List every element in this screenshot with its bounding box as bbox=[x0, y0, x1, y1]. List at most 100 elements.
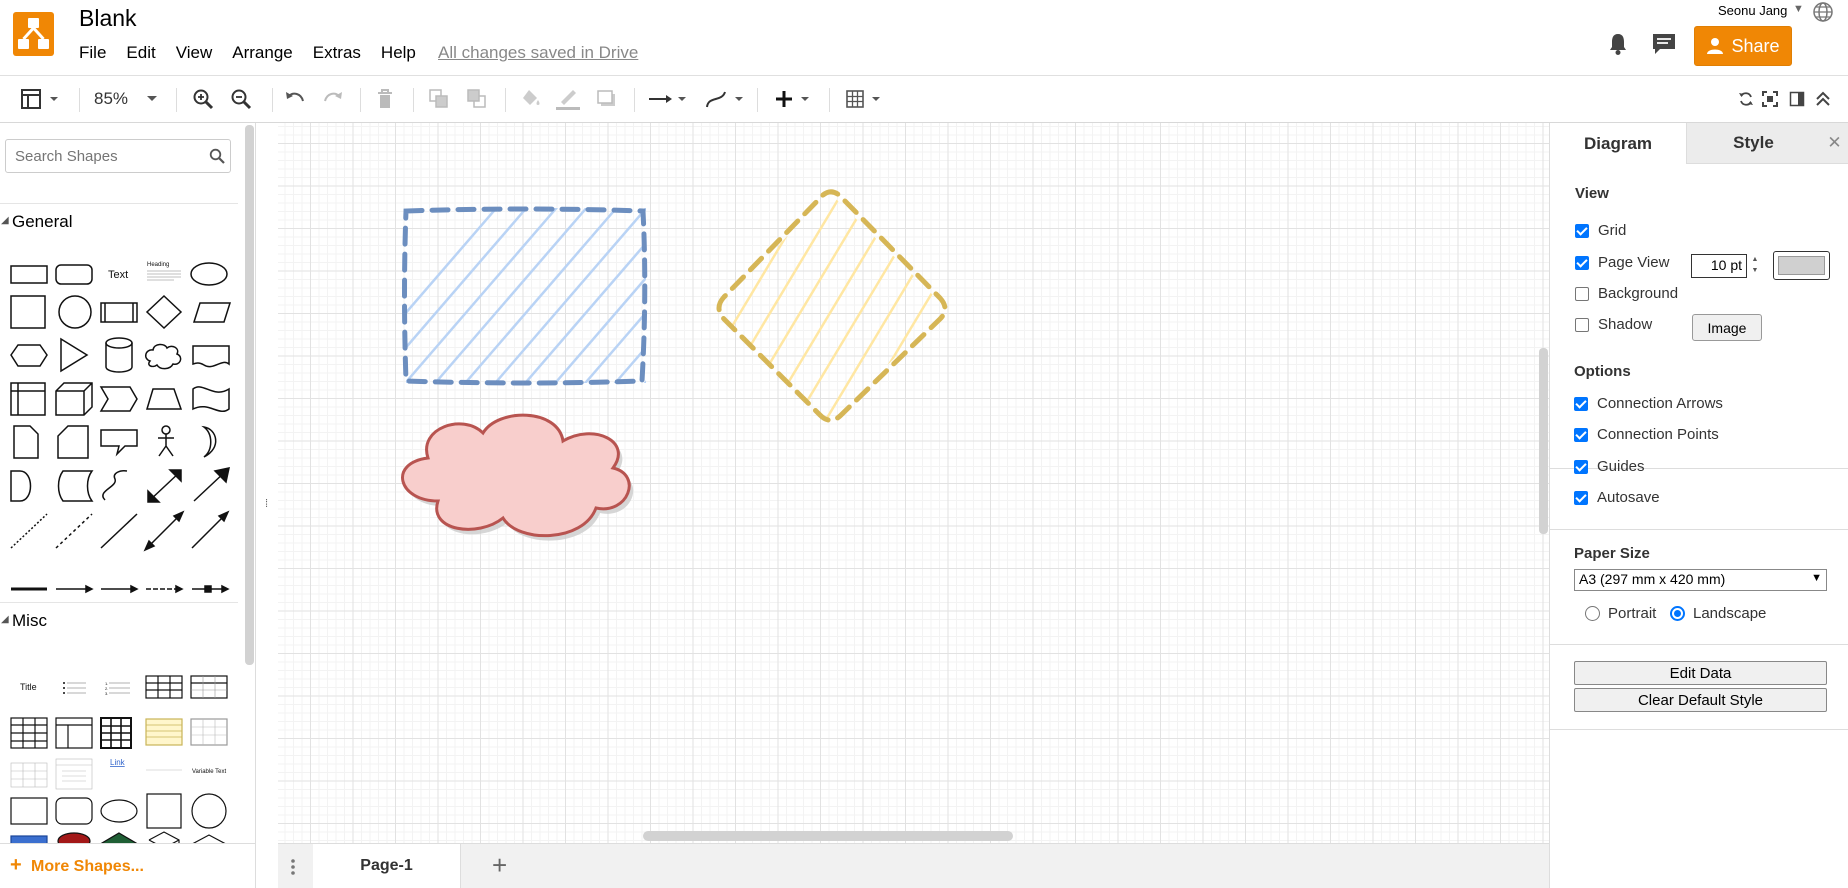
shape-table-grid[interactable] bbox=[145, 675, 183, 699]
table-button[interactable] bbox=[845, 76, 887, 122]
panel-toggle-button[interactable] bbox=[1789, 76, 1805, 122]
shape-hatched-rect[interactable] bbox=[10, 835, 48, 843]
shape-table-header[interactable] bbox=[190, 675, 228, 699]
shape-table-light[interactable] bbox=[190, 718, 228, 746]
menu-arrange[interactable]: Arrange bbox=[232, 43, 292, 63]
to-back-button[interactable] bbox=[466, 76, 488, 122]
shape-circle[interactable] bbox=[58, 295, 92, 329]
shape-data-storage-d[interactable] bbox=[10, 470, 32, 502]
page-menu-icon[interactable] bbox=[290, 858, 296, 876]
shape-square[interactable] bbox=[10, 295, 46, 329]
edit-data-button[interactable]: Edit Data bbox=[1574, 661, 1827, 685]
guides-checkbox[interactable] bbox=[1574, 459, 1588, 474]
menu-edit[interactable]: Edit bbox=[126, 43, 155, 63]
shape-grid-light[interactable] bbox=[10, 762, 48, 788]
shape-cube[interactable] bbox=[55, 382, 93, 416]
globe-icon[interactable] bbox=[1812, 1, 1834, 23]
page-view-option[interactable]: Page View bbox=[1575, 254, 1669, 271]
waypoints-button[interactable] bbox=[704, 76, 746, 122]
comments-icon[interactable] bbox=[1651, 32, 1677, 56]
more-shapes-button[interactable]: + More Shapes... bbox=[0, 843, 256, 888]
shape-table-colored[interactable] bbox=[145, 718, 183, 746]
shape-parallelogram[interactable] bbox=[192, 302, 232, 323]
canvas-cloud[interactable] bbox=[401, 413, 634, 541]
shape-arrow[interactable] bbox=[193, 467, 230, 502]
canvas-horizontal-scrollbar[interactable] bbox=[643, 831, 1013, 841]
search-input[interactable] bbox=[13, 141, 203, 171]
fill-color-button[interactable] bbox=[520, 76, 542, 122]
tab-style[interactable]: Style bbox=[1687, 123, 1820, 164]
portrait-option[interactable]: Portrait bbox=[1585, 605, 1656, 622]
portrait-radio[interactable] bbox=[1585, 606, 1600, 621]
connection-points-checkbox[interactable] bbox=[1574, 427, 1588, 442]
user-name[interactable]: Seonu Jang bbox=[1718, 3, 1787, 18]
shape-misc-cube[interactable] bbox=[148, 831, 180, 843]
notification-bell-icon[interactable] bbox=[1607, 32, 1629, 56]
format-panel-button[interactable] bbox=[20, 76, 64, 122]
to-front-button[interactable] bbox=[428, 76, 450, 122]
shape-step[interactable] bbox=[99, 386, 138, 412]
connection-arrows-checkbox[interactable] bbox=[1574, 396, 1588, 411]
shape-internal-storage[interactable] bbox=[10, 382, 46, 416]
canvas-vertical-scrollbar[interactable] bbox=[1539, 348, 1548, 534]
shape-connector-multi[interactable] bbox=[192, 584, 230, 594]
grid-size-input[interactable]: 10 pt bbox=[1691, 254, 1747, 278]
shape-cloud[interactable] bbox=[145, 343, 182, 370]
shape-misc-rectangle[interactable] bbox=[10, 797, 48, 825]
shape-ellipse[interactable] bbox=[190, 262, 228, 286]
document-title[interactable]: Blank bbox=[79, 5, 137, 32]
shape-directional-connector[interactable] bbox=[191, 510, 230, 549]
shape-list-box[interactable] bbox=[55, 758, 93, 790]
shape-diamond[interactable] bbox=[145, 294, 183, 330]
paper-size-select[interactable]: A3 (297 mm x 420 mm) ▼ bbox=[1574, 569, 1827, 591]
user-menu-caret-icon[interactable]: ▼ bbox=[1793, 3, 1804, 15]
line-color-button[interactable] bbox=[556, 76, 580, 122]
connection-style-button[interactable] bbox=[647, 76, 689, 122]
shape-bidirectional-arrow[interactable] bbox=[147, 469, 182, 503]
shape-hatched-ellipse[interactable] bbox=[57, 832, 91, 843]
shape-process[interactable] bbox=[100, 302, 138, 323]
zoom-in-button[interactable] bbox=[192, 76, 214, 122]
shape-tape[interactable] bbox=[192, 386, 230, 412]
search-icon[interactable] bbox=[209, 148, 225, 164]
shape-trapezoid[interactable] bbox=[145, 388, 183, 410]
shape-misc-circle[interactable] bbox=[191, 793, 227, 829]
tab-page-1[interactable]: Page-1 bbox=[313, 844, 461, 888]
shape-misc-rhombus[interactable] bbox=[192, 834, 226, 843]
shape-connector[interactable] bbox=[56, 584, 94, 594]
add-page-button[interactable]: + bbox=[492, 850, 507, 881]
autosave-checkbox[interactable] bbox=[1574, 490, 1588, 505]
zoom-out-button[interactable] bbox=[230, 76, 252, 122]
shadow-option[interactable]: Shadow bbox=[1575, 316, 1652, 333]
shape-document[interactable] bbox=[192, 345, 230, 368]
reset-view-button[interactable] bbox=[1738, 76, 1754, 122]
grid-size-stepper[interactable]: ▲ ▼ bbox=[1748, 254, 1762, 278]
sidebar-resize-handle[interactable]: ⁞ bbox=[265, 498, 268, 510]
shape-filled-diamond[interactable] bbox=[100, 832, 138, 843]
shape-rounded-rectangle[interactable] bbox=[55, 264, 93, 285]
shape-grid-3x3[interactable] bbox=[10, 717, 48, 749]
shape-line[interactable] bbox=[100, 513, 138, 549]
share-button[interactable]: Share bbox=[1694, 26, 1792, 66]
shape-table-form[interactable] bbox=[55, 717, 93, 749]
zoom-level[interactable]: 85% bbox=[94, 89, 128, 109]
shape-hexagon[interactable] bbox=[10, 344, 48, 367]
zoom-dropdown-icon[interactable] bbox=[146, 95, 158, 103]
shape-dotted-line[interactable] bbox=[10, 513, 48, 549]
shape-or[interactable] bbox=[201, 425, 217, 458]
grid-checkbox[interactable] bbox=[1575, 223, 1589, 238]
canvas-rhombus[interactable] bbox=[638, 183, 1058, 483]
shape-triangle[interactable] bbox=[60, 337, 89, 373]
landscape-radio[interactable] bbox=[1670, 606, 1685, 621]
shape-data-storage[interactable] bbox=[57, 470, 94, 502]
delete-button[interactable] bbox=[375, 76, 395, 122]
landscape-option[interactable]: Landscape bbox=[1670, 605, 1766, 622]
shape-misc-rounded[interactable] bbox=[55, 797, 93, 825]
connection-arrows-option[interactable]: Connection Arrows bbox=[1574, 395, 1723, 412]
menu-file[interactable]: File bbox=[79, 43, 106, 63]
guides-option[interactable]: Guides bbox=[1574, 458, 1645, 475]
undo-button[interactable] bbox=[284, 76, 306, 122]
shape-numbered-list[interactable] bbox=[109, 682, 130, 694]
shape-misc-square[interactable] bbox=[146, 793, 182, 829]
shape-curve[interactable] bbox=[102, 470, 128, 501]
